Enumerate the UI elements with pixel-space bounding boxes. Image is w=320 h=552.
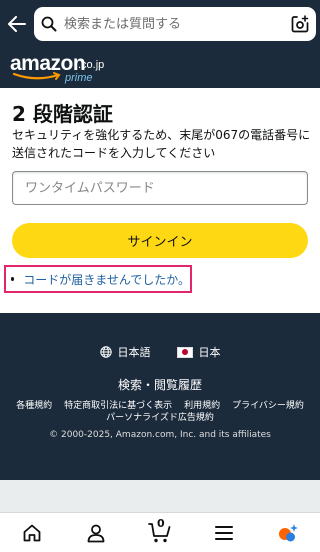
smile-arrow-icon (12, 72, 61, 80)
nav-account[interactable] (76, 513, 116, 552)
help-link-highlight: コードが届きませんでしたか。 (4, 265, 192, 293)
logo-domain: .co.jp (78, 59, 105, 71)
code-not-received-link[interactable]: コードが届きませんでしたか。 (23, 271, 190, 288)
nav-rufus[interactable] (268, 513, 308, 552)
cart-count: 0 (157, 516, 165, 530)
nav-home[interactable] (12, 513, 52, 552)
footer-spacer (0, 480, 320, 512)
footer-link-ads[interactable]: パーソナライズド広告規約 (0, 410, 320, 423)
nav-menu[interactable] (204, 513, 244, 552)
footer: 日本語 日本 検索・閲覧履歴 各種規約 特定商取引法に基づく表示 利用規約 プラ… (0, 313, 320, 480)
language-selector[interactable]: 日本語 (99, 344, 151, 360)
nav-cart[interactable]: 0 (140, 513, 180, 552)
japan-flag-icon (176, 346, 193, 358)
amazon-prime-logo[interactable]: amazon .co.jp prime (10, 52, 110, 84)
search-input[interactable] (64, 9, 284, 39)
copyright: © 2000-2025, Amazon.com, Inc. and its af… (49, 430, 271, 440)
history-link[interactable]: 検索・閲覧履歴 (0, 376, 320, 393)
bullet (11, 277, 15, 281)
home-icon (23, 524, 41, 541)
language-label: 日本語 (117, 346, 151, 359)
rufus-icon (279, 523, 298, 541)
lens-camera-button[interactable] (284, 15, 316, 33)
page-title: 2 段階認証 (12, 102, 113, 126)
search-icon (34, 16, 64, 32)
camera-icon (291, 15, 309, 33)
back-button[interactable] (2, 0, 32, 48)
region-selector[interactable]: 日本 (176, 344, 221, 360)
otp-input[interactable] (12, 171, 308, 205)
account-icon (87, 524, 105, 542)
menu-icon (215, 525, 233, 540)
page-description: セキュリティを強化するため、末尾が067の電話番号に送信されたコードを入力してく… (12, 128, 311, 160)
region-label: 日本 (198, 346, 221, 359)
signin-button[interactable]: サインイン (12, 223, 308, 258)
back-arrow-icon (8, 16, 26, 32)
top-bar (0, 0, 320, 48)
logo-band: amazon .co.jp prime (0, 48, 320, 88)
locale-row: 日本語 日本 (0, 344, 320, 360)
globe-icon (99, 346, 112, 358)
bottom-nav: 0 (0, 512, 320, 552)
logo-prime: prime (65, 72, 93, 84)
search-box[interactable] (34, 7, 316, 41)
